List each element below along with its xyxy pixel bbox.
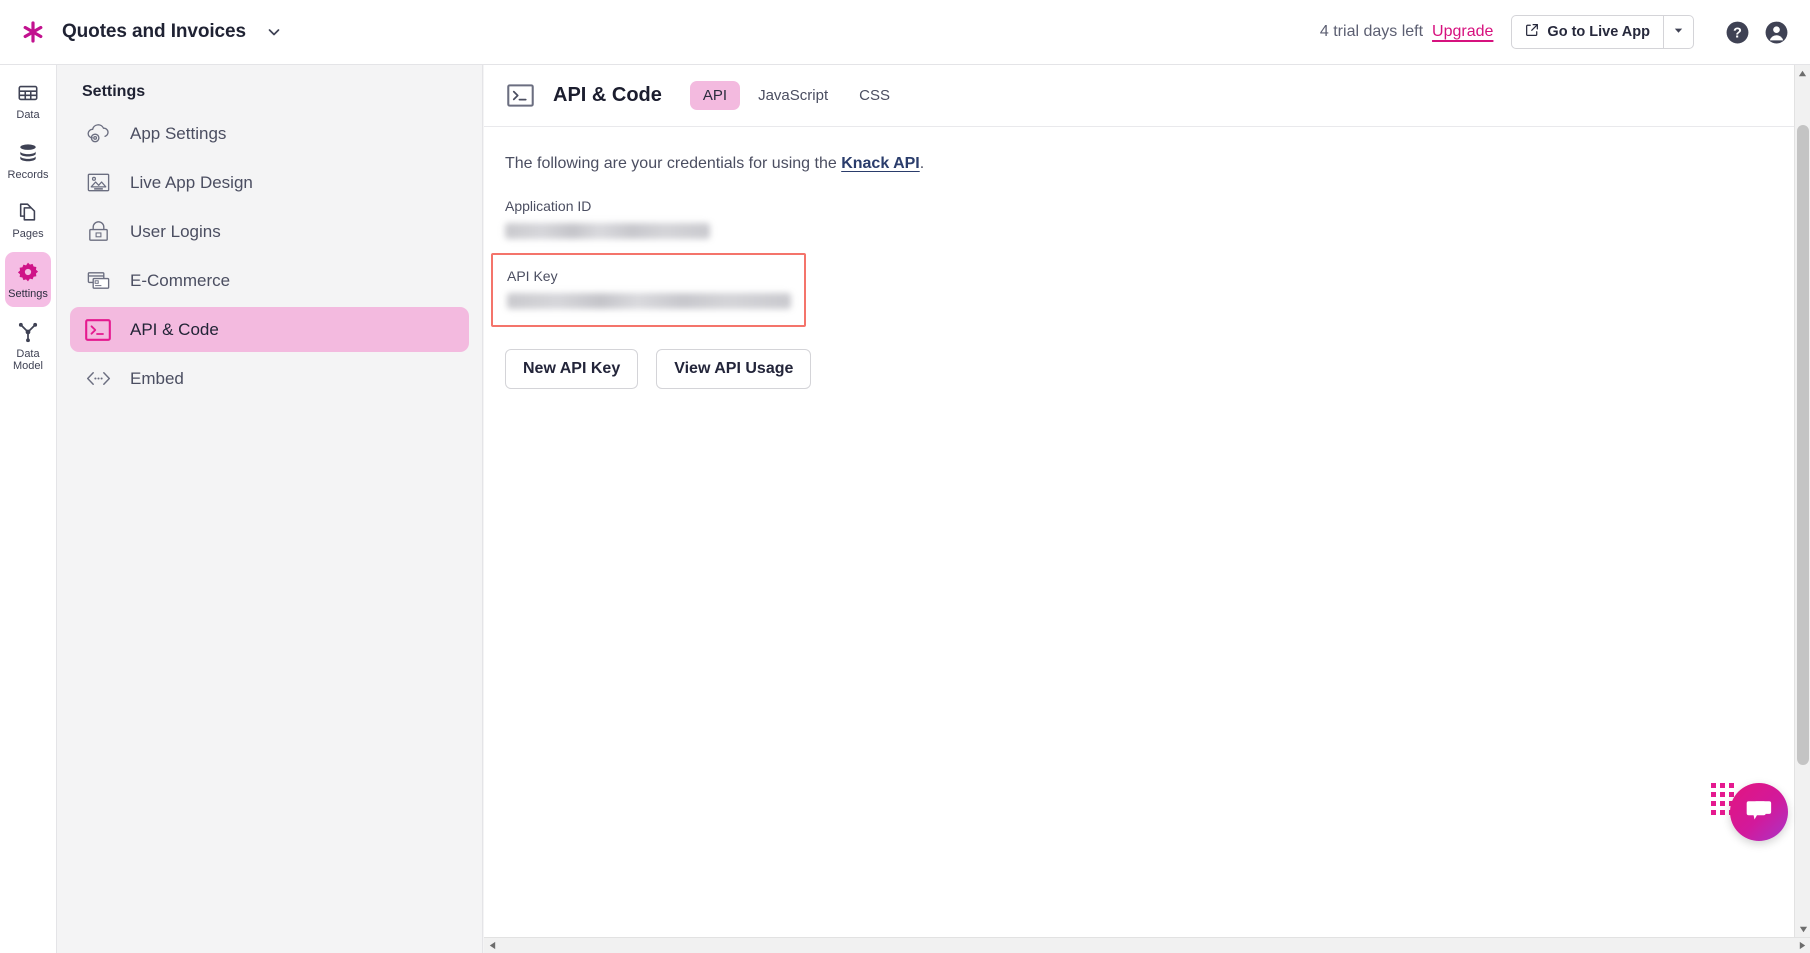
rail-item-data[interactable]: Data bbox=[5, 73, 51, 128]
terminal-icon bbox=[84, 316, 112, 344]
asterisk-logo-icon[interactable] bbox=[18, 17, 48, 47]
database-icon bbox=[17, 141, 39, 165]
credentials-description-suffix: . bbox=[919, 155, 925, 172]
sidebar-item-label: API & Code bbox=[130, 319, 219, 339]
help-circle-icon[interactable]: ? bbox=[1724, 19, 1751, 46]
vertical-scrollbar-thumb[interactable] bbox=[1797, 125, 1809, 765]
chevron-down-icon[interactable] bbox=[266, 24, 282, 40]
header-right-group: 4 trial days left Upgrade Go to Live App bbox=[1320, 15, 1790, 49]
code-type-tabs: API JavaScript CSS bbox=[689, 81, 903, 110]
go-to-live-app-label: Go to Live App bbox=[1547, 24, 1650, 40]
rail-item-pages[interactable]: Pages bbox=[5, 192, 51, 247]
sidebar-item-api-and-code[interactable]: API & Code bbox=[70, 307, 469, 352]
application-id-field: Application ID bbox=[505, 198, 1810, 239]
sidebar-item-app-settings[interactable]: App Settings bbox=[70, 111, 469, 156]
cloud-gear-icon bbox=[84, 120, 112, 148]
api-key-field-highlight: API Key bbox=[491, 253, 806, 327]
data-model-icon bbox=[17, 320, 39, 344]
upgrade-link[interactable]: Upgrade bbox=[1432, 23, 1493, 41]
top-header-bar: Quotes and Invoices 4 trial days left Up… bbox=[0, 0, 1810, 65]
rail-item-label: Records bbox=[7, 168, 49, 181]
rail-item-label: Data bbox=[16, 109, 40, 121]
go-to-live-app-button[interactable]: Go to Live App bbox=[1511, 15, 1663, 49]
app-root: Quotes and Invoices 4 trial days left Up… bbox=[0, 0, 1810, 953]
sidebar-item-label: User Logins bbox=[130, 221, 221, 241]
application-id-value[interactable] bbox=[505, 223, 710, 239]
application-id-label: Application ID bbox=[505, 198, 592, 214]
sidebar-item-live-app-design[interactable]: Live App Design bbox=[70, 160, 469, 205]
tab-javascript[interactable]: JavaScript bbox=[745, 81, 841, 110]
chat-bubbles-icon[interactable] bbox=[1730, 783, 1788, 841]
caret-down-icon bbox=[1673, 23, 1684, 41]
primary-nav-rail: Data Records Pages Settings Data Model bbox=[0, 65, 57, 953]
main-content: API & Code API JavaScript CSS The follow… bbox=[484, 65, 1810, 953]
main-title: API & Code bbox=[553, 84, 662, 106]
table-icon bbox=[17, 81, 39, 105]
credentials-description-prefix: The following are your credentials for u… bbox=[505, 155, 842, 172]
horizontal-scrollbar[interactable] bbox=[484, 937, 1810, 953]
api-key-label: API Key bbox=[507, 268, 558, 284]
live-app-dropdown-button[interactable] bbox=[1663, 15, 1694, 49]
page-title: Quotes and Invoices bbox=[62, 21, 246, 42]
sidebar-item-embed[interactable]: Embed bbox=[70, 356, 469, 401]
api-credentials-panel: The following are your credentials for u… bbox=[484, 127, 1810, 389]
credentials-description: The following are your credentials for u… bbox=[505, 155, 1810, 173]
sidebar-item-label: Embed bbox=[130, 368, 184, 388]
sidebar-item-label: Live App Design bbox=[130, 172, 253, 192]
lock-icon bbox=[84, 218, 112, 246]
new-api-key-button[interactable]: New API Key bbox=[505, 349, 639, 389]
gear-icon bbox=[17, 260, 39, 284]
credit-card-icon bbox=[84, 267, 112, 295]
code-brackets-icon bbox=[84, 365, 112, 393]
rail-item-label: Data Model bbox=[13, 347, 43, 373]
scroll-up-arrow-icon[interactable] bbox=[1795, 65, 1810, 81]
tab-css[interactable]: CSS bbox=[846, 81, 903, 110]
scroll-down-arrow-icon[interactable] bbox=[1795, 921, 1810, 937]
rail-item-data-model[interactable]: Data Model bbox=[5, 312, 51, 379]
terminal-icon bbox=[505, 81, 535, 111]
tab-api[interactable]: API bbox=[689, 81, 741, 110]
main-content-header: API & Code API JavaScript CSS bbox=[484, 65, 1810, 127]
user-account-icon[interactable] bbox=[1763, 19, 1790, 46]
trial-status-text: 4 trial days left bbox=[1319, 23, 1424, 40]
api-key-actions: New API Key View API Usage bbox=[505, 349, 1810, 389]
svg-text:?: ? bbox=[1733, 25, 1742, 41]
rail-item-settings[interactable]: Settings bbox=[5, 251, 51, 307]
pages-icon bbox=[17, 200, 39, 224]
sidebar-item-label: E-Commerce bbox=[130, 270, 231, 290]
scroll-left-arrow-icon[interactable] bbox=[484, 941, 500, 950]
external-link-icon bbox=[1525, 23, 1539, 41]
rail-item-label: Settings bbox=[8, 287, 48, 300]
rail-item-records[interactable]: Records bbox=[5, 133, 51, 188]
settings-sidebar: Settings App Settings Live App Design Us… bbox=[57, 65, 483, 953]
rail-item-label: Pages bbox=[12, 228, 44, 241]
scroll-right-arrow-icon[interactable] bbox=[1794, 941, 1810, 950]
sidebar-item-user-logins[interactable]: User Logins bbox=[70, 209, 469, 254]
knack-api-link[interactable]: Knack API bbox=[841, 155, 920, 172]
settings-sidebar-title: Settings bbox=[82, 83, 146, 100]
api-key-value[interactable] bbox=[507, 293, 791, 309]
go-to-live-app-group: Go to Live App bbox=[1511, 15, 1694, 49]
sidebar-item-e-commerce[interactable]: E-Commerce bbox=[70, 258, 469, 303]
image-frame-icon bbox=[84, 169, 112, 197]
view-api-usage-button[interactable]: View API Usage bbox=[656, 349, 812, 389]
header-left-group: Quotes and Invoices bbox=[18, 17, 282, 47]
vertical-scrollbar[interactable] bbox=[1794, 65, 1810, 953]
sidebar-item-label: App Settings bbox=[130, 123, 227, 143]
